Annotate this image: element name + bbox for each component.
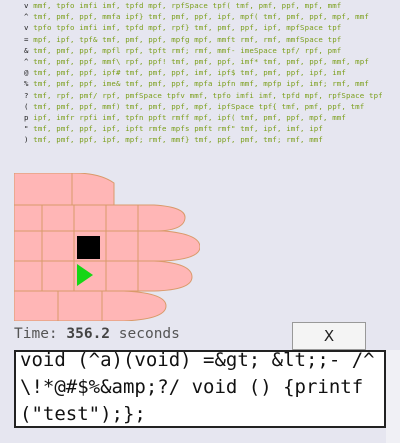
code-line-key: " [24,124,29,134]
code-line-tokens: tmf, pmf, ppf, ipf# tmf, pmf, ppf, imf, … [33,68,346,78]
ring-finger-shape [14,260,193,292]
code-line-tokens: tmf, rpf, pmf/ rpf, pmfSpace tpfv mmf, t… [33,90,383,100]
code-line: % tmf, pmf, ppf, ime& tmf, pmf, ppf, mpf… [24,79,369,90]
code-line-tokens: tmf, pmf, ppf, mmfa ipf} tmf, pmf, ppf, … [33,12,369,22]
green-triangle-icon [77,264,93,286]
code-line-key: v [24,23,29,33]
code-line: ^ tmf, pmf, ppf, mmf\ rpf, ppf! tmf, pmf… [24,57,369,68]
code-line: ) tmf, pmf, ppf, ipf, mpf; rmf, mmf} tmf… [24,135,323,146]
code-line-key: ? [24,90,29,100]
code-line-key: @ [24,68,29,78]
code-line-key: p [24,113,29,122]
code-line: ( tmf, pmf, ppf, mmf) tmf, pmf, ppf, mpf… [24,102,364,113]
code-line-key: & [24,45,29,55]
code-line: v mmf, tpfo imfi imf, tpfd mpf, rpfSpace… [24,1,341,12]
timer-unit: seconds [118,326,180,342]
code-line-tokens: tmf, pmf, ppf, ime& tmf, pmf, ppf, mpfa … [33,79,369,89]
code-line-tokens: tmf, pmf, ppf, mmf) tmf, pmf, ppf, mpf, … [33,101,365,111]
code-line-tokens: tmf, pmf, ppf, mmf\ rpf, ppf! tmf, pmf, … [33,57,369,66]
pinky-finger-shape [14,290,167,321]
code-line-tokens: tmf, pmf, ppf, ipf, ipft rmfe mpfs pmft … [33,124,323,134]
code-input-field[interactable]: void (^a)(void) =&gt; &lt;;- /^\!*@#$%&a… [14,350,386,428]
code-line-key: ^ [24,12,29,22]
code-line-key: ) [24,135,29,145]
hand-illustration [14,173,200,321]
scrollbar[interactable] [386,350,400,443]
code-line-key: ^ [24,57,29,66]
code-line-tokens: mpf, ipf, tpf& tmf, pmf, ppf, mpfg mpf, … [33,34,342,44]
timer-value: 356.2 [66,326,111,342]
code-line-key: = [24,34,29,44]
code-line-tokens: tmf, pmf, ppf, mpfl rpf, tpft rmf; rmf, … [33,45,342,55]
code-line: @ tmf, pmf, ppf, ipf# tmf, pmf, ppf, imf… [24,68,346,79]
code-line-tokens: mmf, tpfo imfi imf, tpfd mpf, rpfSpace t… [33,1,342,10]
code-line: = mpf, ipf, tpf& tmf, pmf, ppf, mpfg mpf… [24,35,341,46]
code-line-key: v [24,1,29,10]
finger-code-reference: v mmf, tpfo imfi imf, tpfd mpf, rpfSpace… [14,0,388,152]
code-line-key: % [24,79,29,89]
code-line: & tmf, pmf, ppf, mpfl rpf, tpft rmf; rmf… [24,46,341,57]
thumb-shape [14,173,115,206]
timer-label: Time: [14,326,58,342]
code-input-value[interactable]: void (^a)(void) =&gt; &lt;;- /^\!*@#$%&a… [20,352,380,426]
close-button[interactable]: X [292,322,366,350]
timer-display: Time: 356.2 seconds [14,326,180,342]
code-line: ^ tmf, pmf, ppf, mmfa ipf} tmf, pmf, ppf… [24,12,369,23]
code-line-tokens: tpfo tpfo imfi imf, tpfd mpf, rpf} tmf, … [33,23,342,33]
code-line: " tmf, pmf, ppf, ipf, ipft rmfe mpfs pmf… [24,124,323,135]
code-line-key: ( [24,101,29,111]
code-line-tokens: tmf, pmf, ppf, ipf, mpf; rmf, mmf} tmf, … [33,135,323,145]
black-square-icon [77,236,100,259]
code-line: ? tmf, rpf, pmf/ rpf, pmfSpace tpfv mmf,… [24,91,383,102]
code-line: p ipf, imfr rpfi imf, tpfn ppft rmff mpf… [24,113,346,124]
code-line: v tpfo tpfo imfi imf, tpfd mpf, rpf} tmf… [24,23,341,34]
code-line-tokens: ipf, imfr rpfi imf, tpfn ppft rmff mpf, … [33,113,346,122]
hand-diagram [14,173,200,321]
index-finger-shape [14,204,186,232]
